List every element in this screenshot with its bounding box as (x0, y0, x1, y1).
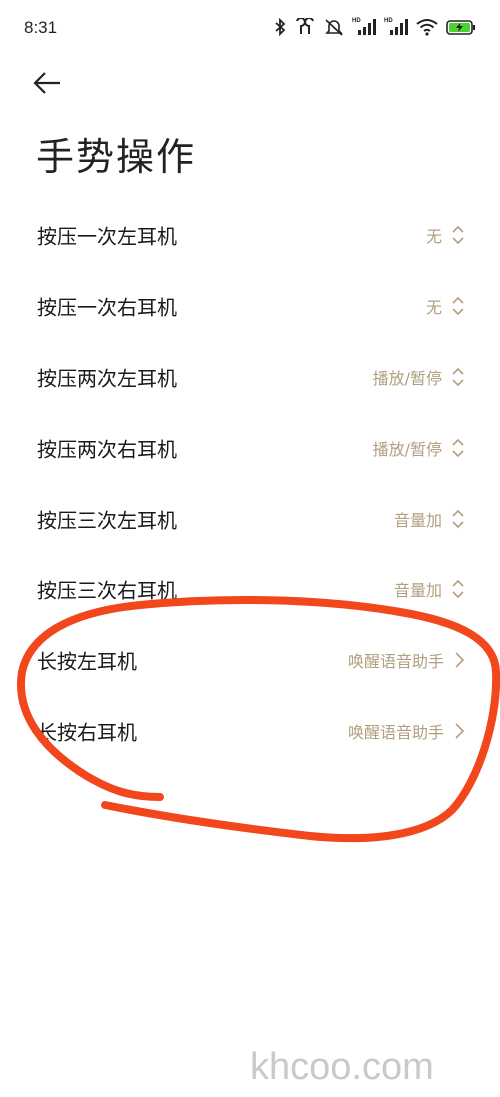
settings-list: 按压一次左耳机 无 按压一次右耳机 无 按压两次左耳机 播放/暂停 按压两次右耳… (0, 200, 500, 766)
setting-value: 唤醒语音助手 (347, 652, 444, 672)
setting-label: 长按左耳机 (37, 649, 137, 674)
hd-label: HD (384, 18, 393, 24)
hd-label: HD (352, 18, 361, 24)
page-title: 手势操作 (36, 135, 197, 179)
setting-label: 按压三次左耳机 (37, 508, 177, 533)
watermark: khcoo.com (250, 1046, 434, 1088)
setting-label: 按压两次右耳机 (37, 437, 177, 462)
up-down-chevron-icon (450, 294, 466, 318)
setting-row-triple-right[interactable]: 按压三次右耳机 音量加 (0, 554, 500, 625)
setting-value-wrap: 播放/暂停 (373, 436, 466, 460)
hd-signal-icon: HD (384, 18, 408, 36)
status-icons: HD HD (274, 18, 476, 36)
setting-value-wrap: 音量加 (394, 577, 466, 601)
up-down-chevron-icon (450, 577, 466, 601)
arrow-left-icon (30, 72, 64, 104)
up-down-chevron-icon (450, 436, 466, 460)
setting-row-double-right[interactable]: 按压两次右耳机 播放/暂停 (0, 412, 500, 483)
up-down-chevron-icon (450, 223, 466, 247)
setting-value-wrap: 无 (426, 223, 466, 247)
setting-row-double-left[interactable]: 按压两次左耳机 播放/暂停 (0, 342, 500, 413)
bluetooth-icon (274, 18, 286, 36)
setting-value-wrap: 播放/暂停 (373, 365, 466, 389)
setting-label: 按压一次右耳机 (37, 295, 177, 320)
up-down-chevron-icon (450, 365, 466, 389)
back-button[interactable] (30, 66, 70, 100)
setting-value-wrap: 音量加 (394, 507, 466, 531)
setting-value-wrap: 唤醒语音助手 (348, 648, 466, 672)
setting-value: 唤醒语音助手 (347, 722, 444, 742)
setting-value-wrap: 唤醒语音助手 (348, 719, 466, 743)
hd-signal-icon: HD (352, 18, 376, 36)
up-down-chevron-icon (450, 507, 466, 531)
wifi-icon (416, 18, 438, 36)
setting-value-wrap: 无 (426, 294, 466, 318)
status-time: 8:31 (24, 18, 58, 37)
setting-label: 按压一次左耳机 (37, 224, 177, 249)
setting-value: 音量加 (393, 581, 442, 601)
battery-charging-icon (446, 18, 476, 36)
setting-row-triple-left[interactable]: 按压三次左耳机 音量加 (0, 483, 500, 554)
setting-value: 无 (425, 227, 442, 247)
setting-value: 音量加 (393, 510, 442, 530)
setting-row-long-press-right[interactable]: 长按右耳机 唤醒语音助手 (0, 696, 500, 767)
setting-value: 无 (425, 298, 442, 318)
status-bar: 8:31 HD HD (0, 0, 500, 60)
setting-row-single-right[interactable]: 按压一次右耳机 无 (0, 271, 500, 342)
earbuds-icon (294, 18, 316, 36)
setting-row-single-left[interactable]: 按压一次左耳机 无 (0, 200, 500, 271)
setting-row-long-press-left[interactable]: 长按左耳机 唤醒语音助手 (0, 625, 500, 696)
setting-label: 按压两次左耳机 (37, 366, 177, 391)
chevron-right-icon (452, 719, 466, 743)
setting-label: 长按右耳机 (37, 720, 137, 745)
setting-label: 按压三次右耳机 (37, 578, 177, 603)
chevron-right-icon (452, 648, 466, 672)
setting-value: 播放/暂停 (372, 439, 442, 459)
mute-icon (324, 18, 344, 36)
setting-value: 播放/暂停 (372, 368, 442, 388)
